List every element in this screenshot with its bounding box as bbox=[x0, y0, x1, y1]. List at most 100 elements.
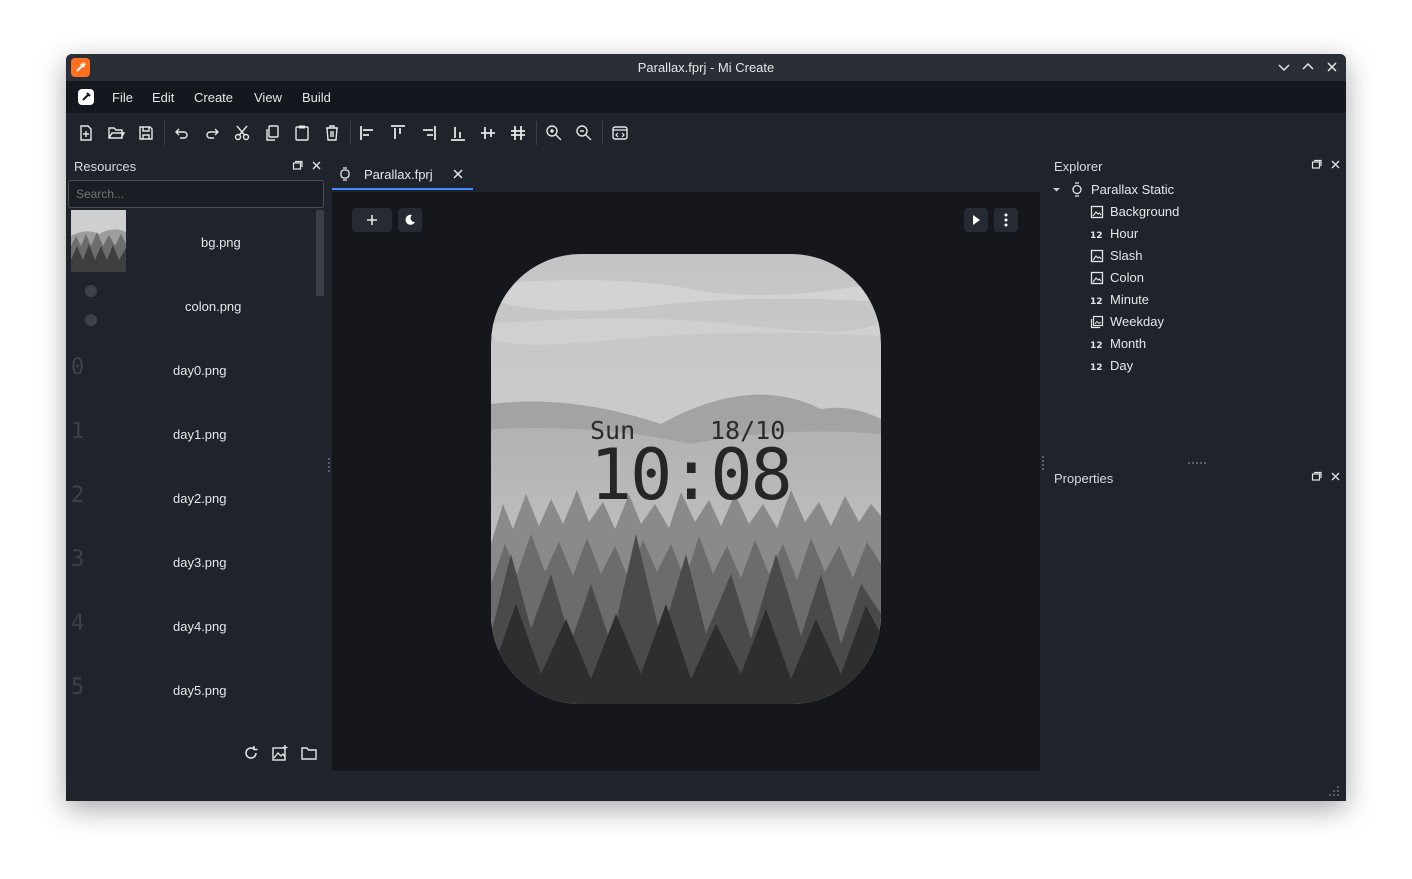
align-center-vertical-icon[interactable] bbox=[508, 123, 528, 143]
toolbar bbox=[66, 113, 1346, 153]
add-widget-button[interactable] bbox=[352, 208, 392, 232]
tab-label: Parallax.fprj bbox=[364, 167, 433, 182]
resource-item[interactable]: colon.png bbox=[66, 274, 316, 338]
resource-label: day1.png bbox=[173, 427, 227, 442]
more-options-button[interactable] bbox=[994, 208, 1018, 232]
aod-toggle-button[interactable] bbox=[398, 208, 422, 232]
resource-item[interactable]: bg.png bbox=[66, 210, 316, 274]
resource-item[interactable]: 2 day2.png bbox=[66, 466, 316, 530]
explorer-splitter[interactable] bbox=[1042, 456, 1044, 470]
close-window-icon[interactable] bbox=[1324, 59, 1340, 75]
align-bottom-icon[interactable] bbox=[448, 123, 468, 143]
preview-button[interactable] bbox=[964, 208, 988, 232]
image-list-icon bbox=[1090, 315, 1104, 329]
svg-text:12: 12 bbox=[1090, 297, 1103, 307]
chevron-down-icon[interactable] bbox=[1052, 185, 1061, 194]
close-panel-icon[interactable] bbox=[1330, 159, 1341, 170]
resource-thumbnail bbox=[85, 285, 97, 326]
open-folder-icon[interactable] bbox=[106, 123, 126, 143]
tree-root-label: Parallax Static bbox=[1091, 182, 1175, 197]
tree-item-label: Weekday bbox=[1110, 314, 1164, 329]
tab-parallax[interactable]: Parallax.fprj bbox=[332, 160, 473, 190]
close-panel-icon[interactable] bbox=[311, 160, 322, 171]
panel-splitter[interactable] bbox=[1188, 462, 1206, 464]
new-file-icon[interactable] bbox=[76, 123, 96, 143]
toolbar-separator bbox=[350, 121, 351, 145]
resource-item[interactable]: 4 day4.png bbox=[66, 594, 316, 658]
align-left-icon[interactable] bbox=[358, 123, 378, 143]
resize-grip-icon[interactable] bbox=[1328, 785, 1340, 797]
save-icon[interactable] bbox=[136, 123, 156, 143]
resource-thumbnail: 5 bbox=[71, 675, 85, 700]
time-widget[interactable]: 10:08 bbox=[590, 434, 793, 516]
close-tab-icon[interactable] bbox=[452, 168, 464, 180]
tree-item-label: Slash bbox=[1110, 248, 1143, 263]
redo-icon[interactable] bbox=[202, 123, 222, 143]
menu-build[interactable]: Build bbox=[302, 90, 331, 105]
paste-icon[interactable] bbox=[292, 123, 312, 143]
resources-search-input[interactable] bbox=[68, 180, 324, 208]
watchface-preview[interactable]: Sun 18/10 10:08 bbox=[491, 254, 881, 704]
maximize-icon[interactable] bbox=[1300, 59, 1316, 75]
zoom-in-icon[interactable] bbox=[544, 123, 564, 143]
app-window: Parallax.fprj - Mi Create File Edit Crea… bbox=[66, 54, 1346, 801]
cut-icon[interactable] bbox=[232, 123, 252, 143]
menu-bar: File Edit Create View Build bbox=[66, 81, 1346, 113]
moon-icon bbox=[405, 214, 415, 225]
svg-text:12: 12 bbox=[1090, 231, 1103, 241]
editor-tab-bar: Parallax.fprj bbox=[332, 160, 1040, 192]
image-icon bbox=[1090, 205, 1104, 219]
svg-text:12: 12 bbox=[1090, 363, 1103, 373]
menu-create[interactable]: Create bbox=[194, 90, 233, 105]
add-image-icon[interactable] bbox=[271, 744, 289, 762]
tree-item-label: Background bbox=[1110, 204, 1180, 219]
compile-icon[interactable] bbox=[610, 123, 630, 143]
resources-list: bg.png colon.png 0 day0.png 1 day1.png 2… bbox=[66, 210, 324, 732]
resource-label: day0.png bbox=[173, 363, 227, 378]
close-panel-icon[interactable] bbox=[1330, 471, 1341, 482]
resource-thumbnail: 0 bbox=[71, 355, 85, 380]
align-right-icon[interactable] bbox=[418, 123, 438, 143]
title-bar: Parallax.fprj - Mi Create bbox=[66, 54, 1346, 81]
menu-file[interactable]: File bbox=[112, 90, 133, 105]
align-top-icon[interactable] bbox=[388, 123, 408, 143]
resources-splitter[interactable] bbox=[328, 458, 330, 472]
tree-item-label: Month bbox=[1110, 336, 1147, 351]
open-folder-icon[interactable] bbox=[300, 744, 318, 762]
resource-item[interactable]: 5 day5.png bbox=[66, 658, 316, 722]
resource-thumbnail bbox=[71, 210, 126, 272]
zoom-out-icon[interactable] bbox=[574, 123, 594, 143]
refresh-icon[interactable] bbox=[242, 744, 260, 762]
editor-canvas[interactable]: Sun 18/10 10:08 bbox=[332, 192, 1040, 771]
tree-item-label: Minute bbox=[1110, 292, 1150, 307]
watch-icon bbox=[340, 167, 350, 181]
resource-item[interactable]: 0 day0.png bbox=[66, 338, 316, 402]
resource-item[interactable]: 1 day1.png bbox=[66, 402, 316, 466]
resource-label: day2.png bbox=[173, 491, 227, 506]
float-panel-icon[interactable] bbox=[1311, 471, 1322, 482]
properties-title: Properties bbox=[1054, 471, 1114, 486]
resources-scrollbar[interactable] bbox=[316, 210, 324, 296]
copy-icon[interactable] bbox=[262, 123, 282, 143]
undo-icon[interactable] bbox=[172, 123, 192, 143]
watch-icon bbox=[1072, 182, 1082, 197]
more-vertical-icon bbox=[1004, 213, 1008, 227]
menu-edit[interactable]: Edit bbox=[152, 90, 174, 105]
number-icon: 12 bbox=[1090, 363, 1103, 373]
plus-icon bbox=[367, 215, 377, 225]
svg-text:12: 12 bbox=[1090, 341, 1103, 351]
resource-thumbnail: 2 bbox=[71, 483, 85, 508]
tree-item-label: Day bbox=[1110, 358, 1134, 373]
resource-label: day3.png bbox=[173, 555, 227, 570]
delete-icon[interactable] bbox=[322, 123, 342, 143]
menu-view[interactable]: View bbox=[254, 90, 282, 105]
minimize-icon[interactable] bbox=[1276, 59, 1292, 75]
float-panel-icon[interactable] bbox=[1311, 159, 1322, 170]
number-icon: 12 bbox=[1090, 297, 1103, 307]
float-panel-icon[interactable] bbox=[292, 160, 303, 171]
align-center-horizontal-icon[interactable] bbox=[478, 123, 498, 143]
resource-item[interactable]: 3 day3.png bbox=[66, 530, 316, 594]
image-icon bbox=[1090, 271, 1104, 285]
toolbar-separator bbox=[602, 121, 603, 145]
image-icon bbox=[1090, 249, 1104, 263]
